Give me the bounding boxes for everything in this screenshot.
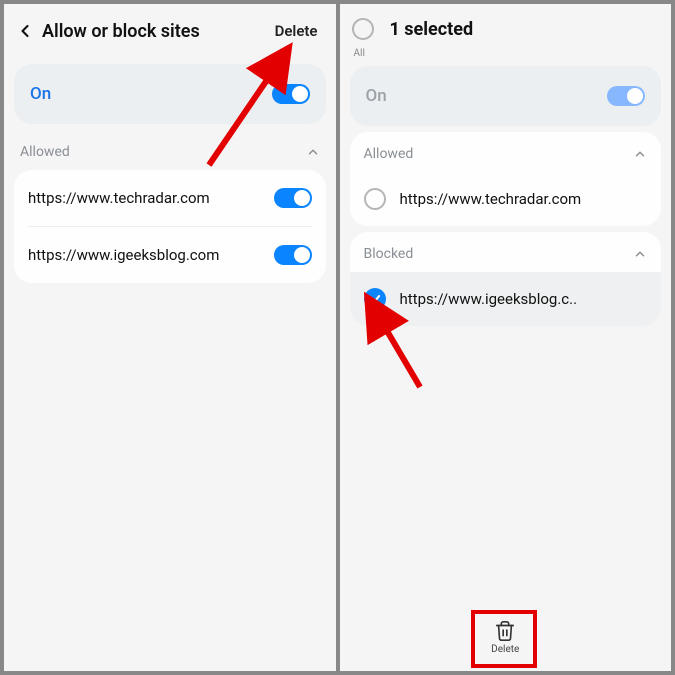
- trash-icon: [494, 620, 516, 642]
- allowed-section-header[interactable]: Allowed: [4, 130, 336, 170]
- back-icon[interactable]: [14, 20, 36, 42]
- on-toggle-card: On: [350, 66, 662, 126]
- delete-button[interactable]: Delete: [481, 614, 529, 661]
- site-row[interactable]: https://www.igeeksblog.c..: [350, 272, 662, 326]
- site-row[interactable]: https://www.igeeksblog.com: [14, 227, 326, 283]
- screen-left: Allow or block sites Delete On Allowed h…: [4, 4, 336, 671]
- site-url: https://www.techradar.com: [28, 189, 210, 207]
- header: 1 selected: [340, 4, 672, 54]
- site-toggle[interactable]: [274, 188, 312, 208]
- on-toggle[interactable]: [272, 84, 310, 104]
- on-toggle: [607, 86, 645, 106]
- on-label: On: [366, 86, 387, 106]
- bottom-bar: Delete: [340, 614, 672, 661]
- on-toggle-card[interactable]: On: [14, 64, 326, 124]
- site-toggle[interactable]: [274, 245, 312, 265]
- allowed-section-header[interactable]: Allowed: [350, 132, 662, 172]
- chevron-up-icon: [633, 147, 647, 161]
- all-label: All: [354, 48, 365, 59]
- allowed-site-list: https://www.techradar.com https://www.ig…: [14, 170, 326, 283]
- blocked-label: Blocked: [364, 246, 414, 262]
- allowed-label: Allowed: [364, 146, 414, 162]
- chevron-up-icon: [633, 247, 647, 261]
- selection-count: 1 selected: [390, 19, 660, 40]
- site-url: https://www.techradar.com: [400, 190, 582, 208]
- site-checkbox[interactable]: [364, 188, 386, 210]
- site-row[interactable]: https://www.techradar.com: [350, 172, 662, 226]
- page-title: Allow or block sites: [42, 21, 267, 42]
- blocked-section-header[interactable]: Blocked: [350, 232, 662, 272]
- chevron-up-icon: [306, 145, 320, 159]
- on-label: On: [30, 84, 51, 104]
- delete-label: Delete: [491, 644, 519, 655]
- site-checkbox-checked[interactable]: [364, 288, 386, 310]
- delete-button[interactable]: Delete: [267, 18, 326, 44]
- site-url: https://www.igeeksblog.c..: [400, 290, 578, 308]
- blocked-section: Blocked https://www.igeeksblog.c..: [350, 232, 662, 326]
- header: Allow or block sites Delete: [4, 4, 336, 58]
- allowed-label: Allowed: [20, 144, 70, 160]
- site-row[interactable]: https://www.techradar.com: [14, 170, 326, 226]
- select-all-radio[interactable]: [352, 18, 374, 40]
- allowed-section: Allowed https://www.techradar.com: [350, 132, 662, 226]
- screen-right: 1 selected All On Allowed https://www.te…: [340, 4, 672, 671]
- site-url: https://www.igeeksblog.com: [28, 246, 219, 264]
